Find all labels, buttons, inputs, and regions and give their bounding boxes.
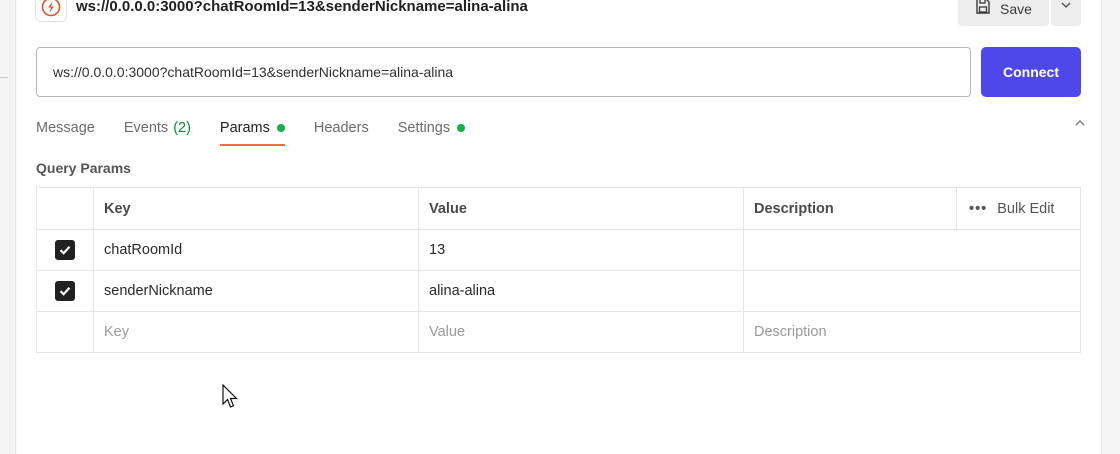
table-row: chatRoomId 13 <box>36 229 1081 271</box>
description-placeholder[interactable]: Description <box>743 311 1081 353</box>
bulk-edit-cell: ••• Bulk Edit <box>956 187 1081 230</box>
table-row: senderNickname alina-alina <box>36 270 1081 312</box>
request-header: ws://0.0.0.0:3000?chatRoomId=13&senderNi… <box>17 0 1101 26</box>
request-panel: ws://0.0.0.0:3000?chatRoomId=13&senderNi… <box>17 0 1101 454</box>
tab-settings[interactable]: Settings <box>397 110 466 146</box>
row-checkbox-cell <box>36 270 94 312</box>
save-options-button[interactable] <box>1051 0 1081 26</box>
chevron-up-icon <box>1073 116 1087 135</box>
value-placeholder[interactable]: Value <box>418 311 744 353</box>
tab-message[interactable]: Message <box>36 110 95 146</box>
table-header-row: Key Value Description ••• Bulk Edit <box>36 187 1081 230</box>
websocket-icon <box>35 0 67 22</box>
save-label: Save <box>1000 1 1032 17</box>
tab-label: Settings <box>397 120 451 136</box>
param-description-cell[interactable] <box>743 229 1081 271</box>
param-value-cell[interactable]: 13 <box>418 229 744 271</box>
mouse-cursor <box>222 383 242 410</box>
more-options-icon[interactable]: ••• <box>969 201 987 217</box>
param-value-cell[interactable]: alina-alina <box>418 270 744 312</box>
save-icon <box>974 0 992 18</box>
empty-checkbox-cell <box>36 311 94 353</box>
request-title: ws://0.0.0.0:3000?chatRoomId=13&senderNi… <box>76 0 528 15</box>
value-column-header: Value <box>418 187 744 230</box>
connect-button[interactable]: Connect <box>981 47 1081 97</box>
new-param-row: Key Value Description <box>36 311 1081 353</box>
save-button[interactable]: Save <box>958 0 1049 26</box>
bulk-edit-button[interactable]: Bulk Edit <box>997 201 1054 217</box>
tab-events[interactable]: Events (2) <box>124 110 191 146</box>
tab-label: Headers <box>313 120 369 136</box>
description-column-header: Description <box>743 187 957 230</box>
key-column-header: Key <box>93 187 419 230</box>
right-sidebar-edge <box>1101 0 1120 454</box>
checkmark-icon <box>59 246 71 255</box>
checkbox-column-header <box>36 187 94 230</box>
collapse-pane-button[interactable] <box>1071 116 1089 134</box>
url-input[interactable] <box>36 47 971 97</box>
request-tabs: Message Events (2) Params Headers Settin… <box>36 110 494 148</box>
query-params-table: Key Value Description ••• Bulk Edit chat… <box>36 187 1081 353</box>
tab-params[interactable]: Params <box>219 110 285 146</box>
enabled-checkbox[interactable] <box>55 240 75 260</box>
tab-label: Params <box>219 120 270 136</box>
tab-headers[interactable]: Headers <box>314 110 369 146</box>
tab-label: Message <box>36 120 95 136</box>
row-checkbox-cell <box>36 229 94 271</box>
tab-label: Events <box>123 120 169 136</box>
param-description-cell[interactable] <box>743 270 1081 312</box>
key-placeholder[interactable]: Key <box>93 311 419 353</box>
sidebar-divider <box>0 77 8 78</box>
events-count: (2) <box>173 120 191 136</box>
checkmark-icon <box>59 287 71 296</box>
left-sidebar-edge <box>0 0 16 454</box>
param-key-cell[interactable]: senderNickname <box>93 270 419 312</box>
settings-indicator-dot <box>457 124 466 132</box>
param-key-cell[interactable]: chatRoomId <box>93 229 419 271</box>
section-title: Query Params <box>36 160 131 176</box>
params-indicator-dot <box>276 124 285 132</box>
enabled-checkbox[interactable] <box>55 281 75 301</box>
chevron-down-icon <box>1059 0 1073 17</box>
